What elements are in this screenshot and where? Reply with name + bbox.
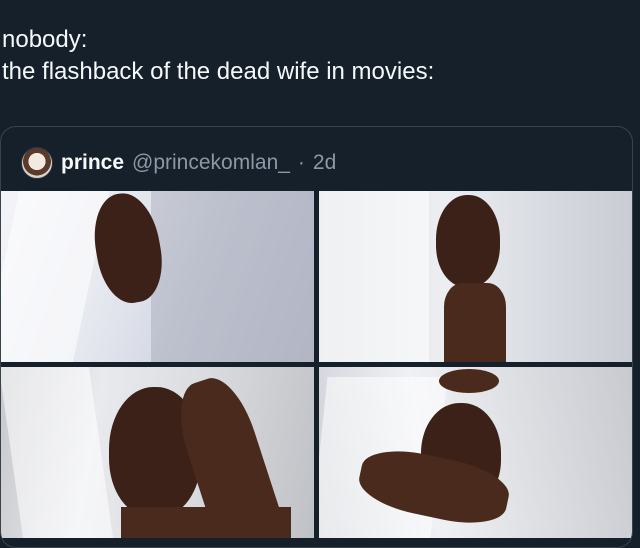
neck-shoulders <box>444 283 506 362</box>
tweet-text: nobody: the flashback of the dead wife i… <box>2 24 622 88</box>
hand-on-head <box>439 369 499 393</box>
face-smiling <box>436 195 500 287</box>
photo-4[interactable] <box>319 367 632 538</box>
sheet-fold <box>319 191 429 362</box>
tweet-line-2: the flashback of the dead wife in movies… <box>2 58 435 85</box>
sheet-fold <box>1 191 110 362</box>
photo-3[interactable] <box>1 367 314 538</box>
photo-2[interactable] <box>319 191 632 362</box>
shoulders <box>121 507 291 538</box>
tweet-line-1: nobody: <box>2 26 88 53</box>
avatar[interactable] <box>21 147 53 179</box>
display-name[interactable]: prince <box>61 151 124 175</box>
photo-1[interactable] <box>1 191 314 362</box>
sheet-shadow <box>151 191 314 362</box>
meta-separator: · <box>297 151 305 174</box>
sheet-fold <box>1 367 114 538</box>
quoted-tweet-header: prince @princekomlan_ · 2d <box>21 147 336 179</box>
user-handle[interactable]: @princekomlan_ <box>132 151 290 175</box>
quoted-tweet-card[interactable]: prince @princekomlan_ · 2d <box>0 126 633 548</box>
tweet-timestamp[interactable]: 2d <box>313 151 336 175</box>
photo-grid <box>1 191 632 547</box>
